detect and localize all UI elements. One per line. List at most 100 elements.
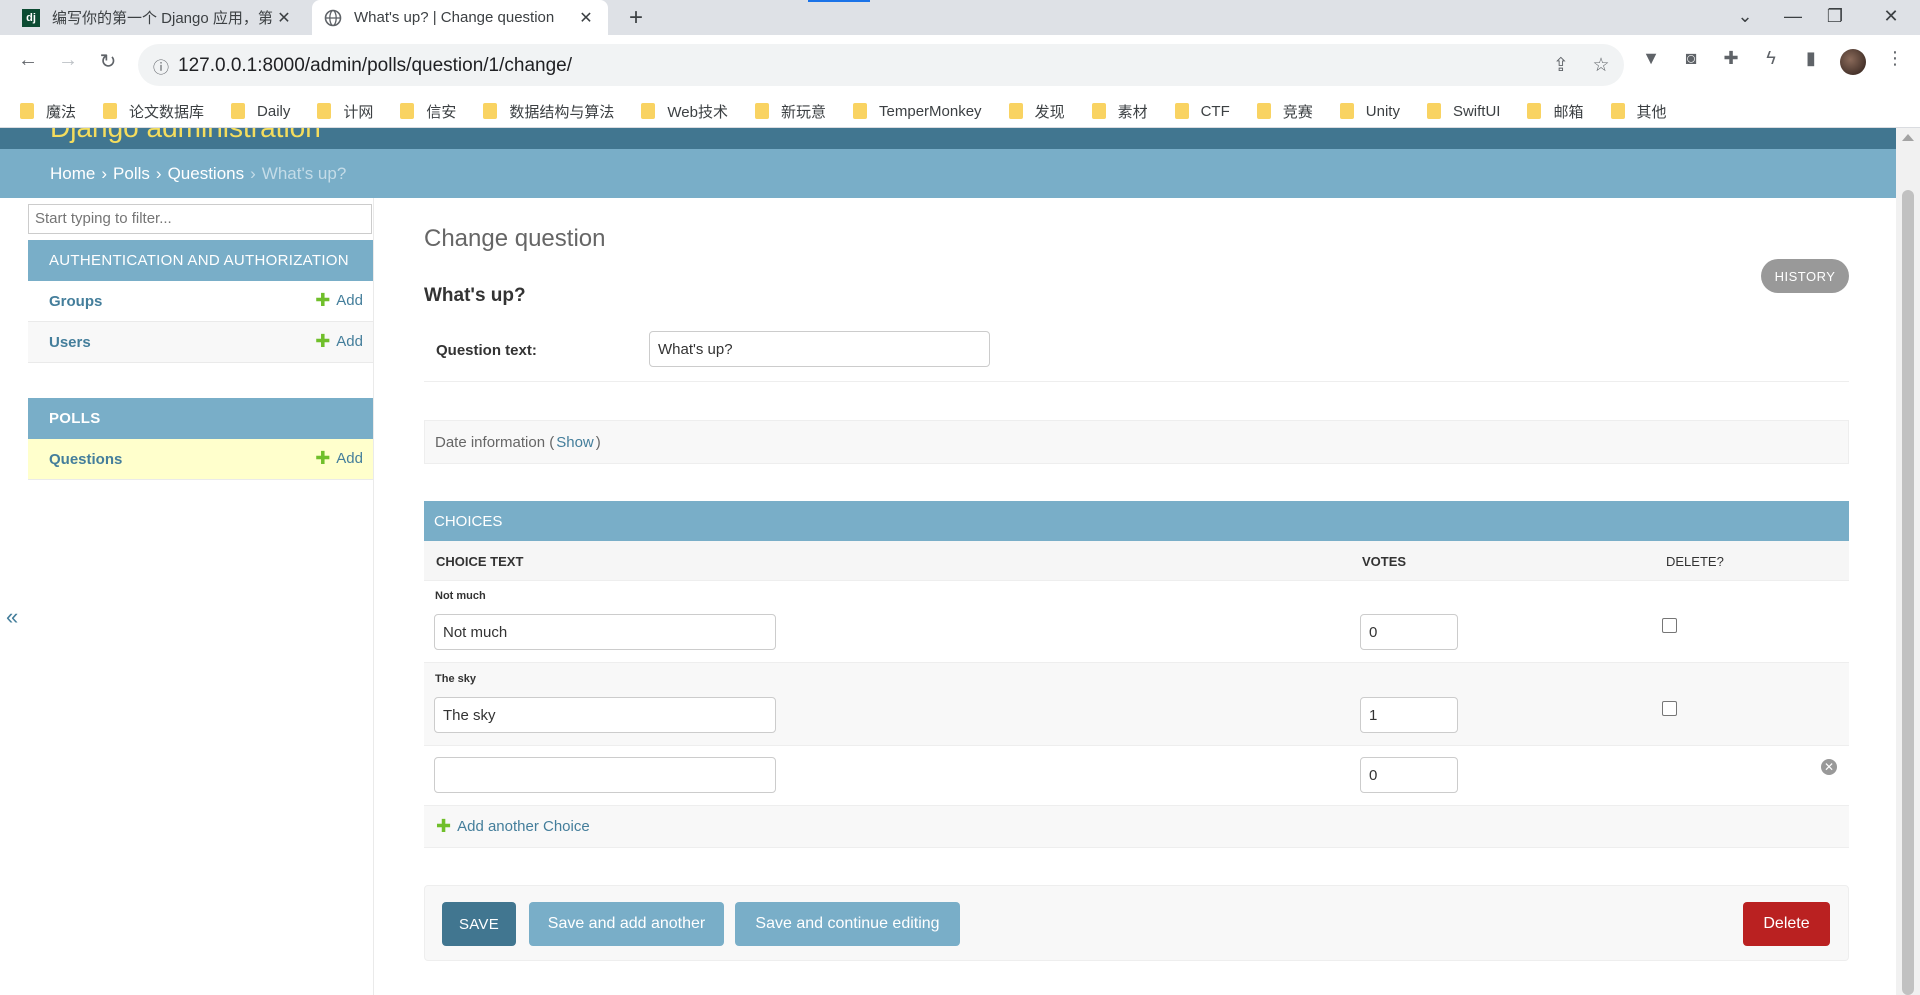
breadcrumb-questions[interactable]: Questions [168,164,245,184]
bookmark-folder[interactable]: 数据结构与算法 [483,101,614,122]
tab-close-icon[interactable]: ✕ [576,8,596,28]
votes-input[interactable]: 0 [1360,614,1458,650]
sidebar-item-label[interactable]: Groups [49,293,102,310]
site-info-icon[interactable]: ⓘ [150,54,172,77]
bookmark-label: 论文数据库 [129,103,205,121]
bookmark-folder[interactable]: Web技术 [641,101,728,122]
maximize-button[interactable]: ❐ [1820,6,1850,27]
admin-header: Django administration [0,128,1896,149]
profile-avatar[interactable] [1840,49,1866,75]
question-text-label: Question text: [436,342,537,359]
folder-icon [641,103,656,119]
module-caption-auth[interactable]: AUTHENTICATION AND AUTHORIZATION [28,240,373,281]
browser-tab-django-docs[interactable]: dj 编写你的第一个 Django 应用，第 ✕ [10,0,306,35]
chrome-menu-icon[interactable]: ⋮ [1882,48,1908,69]
folder-icon [20,103,34,119]
show-date-info-link[interactable]: Show [556,434,594,451]
bookmark-label: Unity [1365,102,1400,120]
add-another-choice-link[interactable]: Add another Choice [457,818,590,835]
votes-input[interactable]: 1 [1360,697,1458,733]
save-and-add-another-button[interactable]: Save and add another [529,902,724,946]
bookmark-folder[interactable]: SwiftUI [1426,103,1500,120]
module-caption-polls[interactable]: POLLS [28,398,373,439]
extension-bolt-icon[interactable]: ϟ [1758,48,1784,69]
bookmark-label: 邮箱 [1553,103,1584,121]
save-and-continue-button[interactable]: Save and continue editing [735,902,960,946]
add-label: Add [336,292,363,309]
paren-close: ) [595,433,601,451]
submit-row: SAVE Save and add another Save and conti… [424,885,1849,961]
site-branding[interactable]: Django administration [50,128,321,144]
scroll-up-arrow-icon[interactable] [1902,134,1914,141]
plus-icon: ✚ [315,448,331,468]
tampermonkey-icon[interactable]: ◙ [1678,48,1704,69]
choice-row: The sky The sky 1 [424,663,1849,746]
bookmark-folder[interactable]: 邮箱 [1527,101,1584,122]
close-window-button[interactable]: ✕ [1876,6,1906,27]
choice-text-input[interactable]: The sky [434,697,776,733]
tab-title: What's up? | Change question [354,9,555,26]
bookmark-folder[interactable]: 发现 [1008,101,1065,122]
globe-icon [324,9,342,26]
vue-devtools-icon[interactable]: ▼ [1638,48,1664,69]
breadcrumb: Home › Polls › Questions › What's up? [0,149,1896,198]
history-button[interactable]: HISTORY [1761,259,1849,293]
sidebar-item-groups[interactable]: Groups ✚ Add [28,281,373,322]
bookmark-folder[interactable]: 论文数据库 [103,101,204,122]
question-text-input[interactable]: What's up? [649,331,990,367]
remove-row-icon[interactable]: ✕ [1821,759,1837,775]
delete-checkbox[interactable] [1662,618,1677,633]
choices-inline-caption: CHOICES [424,501,1849,541]
nav-filter-input[interactable]: Start typing to filter... [28,204,372,234]
sidebar-item-questions[interactable]: Questions ✚ Add [28,439,373,480]
bookmark-folder[interactable]: CTF [1174,103,1230,120]
bookmark-folder[interactable]: 素材 [1091,101,1148,122]
bookmark-label: 其他 [1636,103,1667,121]
add-another-choice-row[interactable]: ✚ Add another Choice [424,806,1849,848]
breadcrumb-polls[interactable]: Polls [113,164,150,184]
bookmark-folder[interactable]: Daily [231,103,290,120]
breadcrumb-home[interactable]: Home [50,164,95,184]
new-tab-button[interactable]: + [622,4,650,32]
django-favicon-icon: dj [22,8,40,27]
bookmark-folder[interactable]: 魔法 [20,101,76,122]
browser-tab-change-question[interactable]: What's up? | Change question ✕ [312,0,608,35]
side-panel-icon[interactable]: ▮ [1798,48,1824,69]
scrollbar-thumb[interactable] [1902,190,1914,995]
choice-text-input[interactable]: Not much [434,614,776,650]
bookmark-folder[interactable]: 计网 [317,101,373,122]
bookmark-star-icon[interactable]: ☆ [1588,54,1614,77]
add-user-link[interactable]: ✚ Add [315,331,363,352]
url-text[interactable]: 127.0.0.1:8000/admin/polls/question/1/ch… [178,55,572,77]
bookmark-folder[interactable]: TemperMonkey [853,103,982,120]
add-question-link[interactable]: ✚ Add [315,448,363,469]
delete-button[interactable]: Delete [1743,902,1830,946]
address-bar[interactable]: ⓘ 127.0.0.1:8000/admin/polls/question/1/… [138,44,1624,86]
bookmark-folder[interactable]: 信安 [400,101,456,122]
save-button[interactable]: SAVE [442,902,516,946]
votes-input[interactable]: 0 [1360,757,1458,793]
bookmark-folder[interactable]: 新玩意 [755,101,826,122]
share-icon[interactable]: ⇪ [1548,54,1574,77]
tab-close-icon[interactable]: ✕ [274,8,294,28]
page-scrollbar[interactable] [1896,128,1920,995]
minimize-button[interactable]: — [1778,6,1808,27]
bookmark-folder[interactable]: 其他 [1610,101,1667,122]
bookmark-folder[interactable]: 竞赛 [1256,101,1313,122]
plus-icon: ✚ [436,816,452,836]
delete-checkbox[interactable] [1662,701,1677,716]
choice-text-input[interactable] [434,757,776,793]
sidebar-item-label[interactable]: Users [49,334,91,351]
folder-icon [1527,103,1542,119]
add-group-link[interactable]: ✚ Add [315,290,363,311]
forward-arrow-icon[interactable]: → [54,49,82,72]
sidebar-item-users[interactable]: Users ✚ Add [28,322,373,363]
folder-icon [1610,103,1625,119]
reload-icon[interactable]: ↻ [94,49,122,74]
tab-search-button[interactable]: ⌄ [1730,6,1760,27]
toggle-nav-sidebar-icon[interactable]: « [6,604,18,630]
back-arrow-icon[interactable]: ← [14,49,42,72]
bookmark-folder[interactable]: Unity [1339,102,1400,120]
sidebar-item-label[interactable]: Questions [49,451,122,468]
extensions-puzzle-icon[interactable]: ✚ [1718,48,1744,69]
